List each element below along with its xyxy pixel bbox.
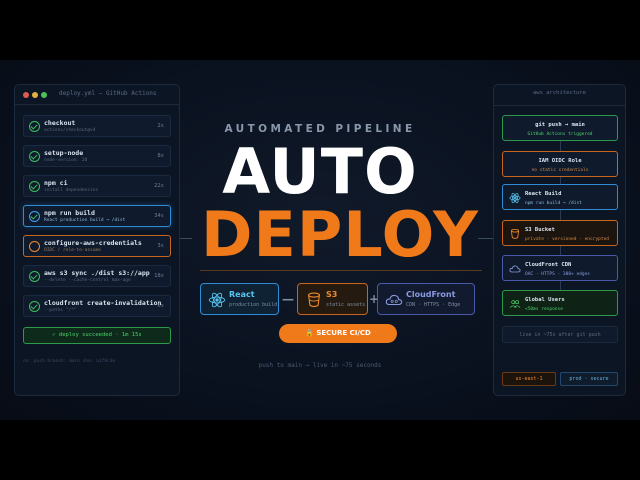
step-name: cloudfront create-invalidation (44, 299, 162, 307)
step-detail: --delete --cache-control max-age (44, 278, 131, 283)
service-desc: production build (229, 302, 278, 308)
step-duration: 3s (157, 243, 164, 249)
step-name: setup-node (44, 149, 84, 157)
react-icon (208, 292, 226, 308)
step-detail: install dependencies (44, 188, 99, 193)
cloud-icon (385, 294, 403, 306)
check-icon (29, 301, 40, 312)
node-detail: OAC · HTTPS · 300+ edges (525, 272, 591, 277)
arch-node-cloudfront[interactable]: CloudFront CDN OAC · HTTPS · 300+ edges (502, 255, 618, 281)
workflow-step-s3-sync[interactable]: aws s3 sync ./dist s3://app --delete --c… (23, 265, 171, 287)
workflow-step-invalidation[interactable]: cloudfront create-invalidation --paths "… (23, 295, 171, 317)
react-icon (509, 193, 521, 203)
headline-divider (200, 270, 482, 271)
eyebrow-label: AUTOMATED PIPELINE (224, 123, 416, 135)
step-name: configure-aws-credentials (44, 239, 142, 247)
step-duration: 18s (154, 273, 164, 279)
step-duration: 2s (157, 123, 164, 129)
workflow-step-aws-credentials[interactable]: configure-aws-credentials OIDC / role-to… (23, 235, 171, 257)
service-card-react: React production build (200, 283, 279, 315)
node-title: Global Users (525, 297, 565, 303)
service-name: CloudFront (406, 290, 456, 299)
architecture-title: aws architecture (533, 90, 586, 96)
node-detail: GitHub Actions triggered (527, 132, 593, 137)
check-icon (29, 151, 40, 162)
secure-cicd-badge: 🔒 SECURE CI/CD (279, 324, 397, 343)
node-title: IAM OIDC Role (538, 158, 582, 164)
env-tag: prod · secure (560, 372, 618, 386)
tagline: push to main → live in ~75 seconds (258, 362, 382, 369)
flow-connector (560, 141, 561, 151)
node-detail: private · versioned · encrypted (525, 237, 609, 242)
architecture-panel: aws architecture git push → main GitHub … (493, 84, 626, 396)
check-icon (29, 181, 40, 192)
node-title: git push → main (535, 122, 585, 128)
react-icon (29, 211, 40, 222)
arch-node-s3-bucket[interactable]: S3 Bucket private · versioned · encrypte… (502, 220, 618, 246)
live-note: live in ~75s after git push (519, 332, 601, 338)
check-icon (29, 121, 40, 132)
arch-node-global-users[interactable]: Global Users <50ms response (502, 290, 618, 316)
service-name: React (229, 290, 255, 299)
workflow-footer: on: push branch: main sha: a1f9c3e (23, 359, 116, 364)
service-desc: CDN · HTTPS · Edge (406, 302, 461, 308)
service-name: S3 (326, 290, 338, 299)
step-duration: 8s (157, 153, 164, 159)
step-detail: OIDC / role-to-assume (44, 248, 101, 253)
workflow-step-setup-node[interactable]: setup-node node-version: 20 8s (23, 145, 171, 167)
maximize-dot-icon (41, 92, 47, 98)
node-detail: <50ms response (525, 307, 563, 312)
node-title: CloudFront CDN (525, 262, 572, 268)
flow-connector (560, 281, 561, 290)
arch-node-iam-role[interactable]: IAM OIDC Role no static credentials (502, 151, 618, 177)
step-name: checkout (44, 119, 76, 127)
service-card-cloudfront: CloudFront CDN · HTTPS · Edge (377, 283, 475, 315)
step-name: aws s3 sync ./dist s3://app (44, 269, 150, 277)
joiner-dash: — (282, 292, 294, 306)
step-detail: React production build → /dist (44, 218, 126, 223)
users-icon (509, 300, 521, 308)
window-titlebar: deploy.yml — GitHub Actions (15, 85, 179, 105)
flow-connector (560, 177, 561, 184)
node-title: React Build (525, 191, 562, 197)
node-detail: npm run build → /dist (525, 201, 582, 206)
bucket-icon (308, 292, 320, 308)
step-duration: 6s (157, 303, 164, 309)
close-dot-icon (23, 92, 29, 98)
check-icon (29, 271, 40, 282)
step-name: npm run build (44, 209, 95, 217)
step-detail: actions/checkout@v4 (44, 128, 96, 133)
step-detail: node-version: 20 (44, 158, 88, 163)
cloud-icon (509, 265, 521, 273)
live-note-box: live in ~75s after git push (502, 326, 618, 343)
flow-connector (560, 246, 561, 255)
step-duration: 22s (154, 183, 164, 189)
node-detail: no static credentials (531, 168, 589, 173)
arch-node-react-build[interactable]: React Build npm run build → /dist (502, 184, 618, 210)
thumbnail-stage: deploy.yml — GitHub Actions checkout act… (0, 60, 640, 420)
step-detail: --paths "/*" (44, 308, 77, 313)
workflow-step-npm-ci[interactable]: npm ci install dependencies 22s (23, 175, 171, 197)
headline-auto: AUTO (222, 135, 418, 208)
workflow-file-title: deploy.yml — GitHub Actions (59, 90, 157, 97)
service-desc: static assets (326, 302, 366, 308)
service-card-s3: S3 static assets (297, 283, 368, 315)
workflow-step-build[interactable]: npm run build React production build → /… (23, 205, 171, 227)
headline-deploy: DEPLOY (201, 198, 479, 271)
key-icon (29, 241, 40, 252)
step-name: npm ci (44, 179, 68, 187)
workflow-step-checkout[interactable]: checkout actions/checkout@v4 2s (23, 115, 171, 137)
arch-node-git-push[interactable]: git push → main GitHub Actions triggered (502, 115, 618, 141)
node-title: S3 Bucket (525, 227, 555, 233)
flow-connector (560, 210, 561, 220)
workflow-panel: deploy.yml — GitHub Actions checkout act… (14, 84, 180, 396)
region-tag: us-east-1 (502, 372, 556, 386)
bucket-icon (510, 228, 520, 239)
step-duration: 34s (154, 213, 164, 219)
deploy-success-banner: ✓ deploy succeeded · 1m 15s (23, 327, 171, 344)
panel-divider (494, 105, 625, 106)
minimize-dot-icon (32, 92, 38, 98)
